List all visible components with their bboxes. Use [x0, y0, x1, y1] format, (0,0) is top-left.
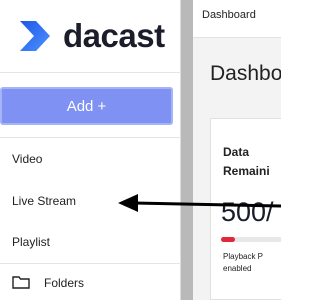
top-bar: Dashboard [193, 0, 281, 38]
data-remaining-card: Data Remaini 500/ Playback P enabled [210, 118, 281, 300]
card-note-line: Playback P [223, 252, 264, 261]
sidebar-item-live-stream[interactable]: Live Stream [0, 181, 181, 221]
sidebar-item-video[interactable]: Video [0, 139, 181, 179]
sidebar-item-playlist[interactable]: Playlist [0, 222, 181, 262]
page-title: Dashboa [210, 62, 281, 85]
card-note-line: enabled [223, 264, 252, 273]
card-note: Playback P enabled [223, 251, 281, 275]
sidebar-item-label: Folders [44, 275, 85, 290]
logo[interactable]: dacast [14, 14, 165, 58]
breadcrumb[interactable]: Dashboard [202, 9, 256, 21]
divider [0, 263, 181, 264]
card-value: 500/ [221, 197, 274, 227]
divider [0, 72, 181, 73]
sidebar-item-folders[interactable]: Folders [0, 265, 181, 300]
sidebar: dacast Add + Video Live Stream Playlist … [0, 0, 181, 300]
sidebar-item-label: Live Stream [12, 194, 77, 208]
main-content: Dashboard Dashboa Data Remaini 500/ Play… [193, 0, 281, 300]
brand-name: dacast [63, 17, 165, 54]
divider [0, 137, 181, 138]
folder-icon [12, 276, 30, 289]
dacast-logo-mark-icon [20, 21, 50, 51]
panel-divider [181, 0, 193, 300]
usage-progress-fill [221, 237, 235, 242]
sidebar-item-label: Playlist [12, 235, 51, 249]
card-label: Data Remaini [223, 145, 270, 178]
sidebar-item-label: Video [12, 152, 43, 166]
add-button[interactable]: Add + [0, 87, 173, 125]
usage-progress-bar [221, 237, 281, 242]
